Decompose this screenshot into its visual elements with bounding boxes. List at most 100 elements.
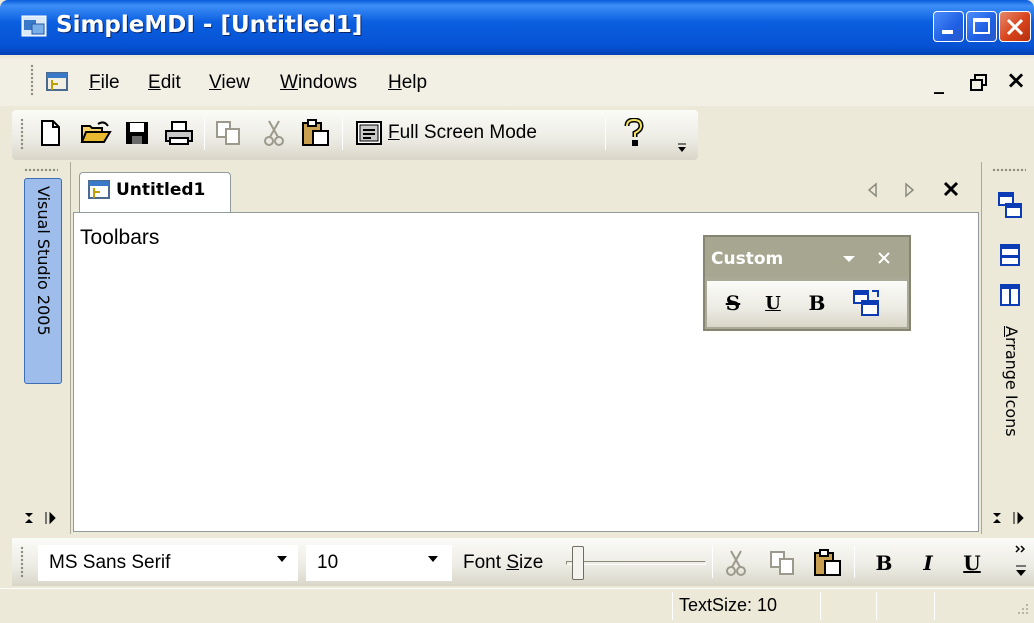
menu-help-label: elp [401,72,428,93]
mdi-child-icon[interactable] [46,72,70,94]
toolbar-separator [342,118,343,150]
minimize-button[interactable] [933,11,964,42]
arrange-icons-label: rrange Icons [1002,336,1021,437]
font-size-dropdown-icon[interactable] [428,556,438,562]
tile-vertical-icon [1000,284,1020,306]
font-name-dropdown-icon[interactable] [277,556,287,562]
status-separator [934,592,935,620]
font-size-label-pre: Font [463,552,507,573]
left-dock-grip[interactable] [24,168,58,172]
left-dock-scroll-arrows[interactable] [22,510,66,526]
minimize-icon [942,30,953,34]
chevron-down-icon[interactable] [842,254,856,264]
font-name-combo[interactable]: MS Sans Serif [38,545,298,581]
menu-edit[interactable]: Edit [148,72,181,94]
tab-scroll-right-icon[interactable] [904,182,916,198]
cascade-button[interactable] [994,188,1026,222]
strikethrough-button[interactable]: S [716,286,750,320]
close-icon [1006,18,1024,36]
new-icon [41,120,60,146]
menu-view[interactable]: View [209,72,250,94]
resize-grip-icon[interactable] [1014,602,1030,618]
menu-file-label: ile [100,72,120,93]
font-size-slider-thumb[interactable] [572,546,584,580]
copy-icon [216,121,240,145]
status-separator [876,592,877,620]
mdi-minimize-button[interactable]: _ [934,70,944,94]
font-size-label-post: ize [519,552,544,573]
tile-vertical-button[interactable] [994,278,1026,312]
menu-view-label: iew [221,72,250,93]
document-icon [88,180,110,199]
save-button[interactable] [121,116,153,150]
font-name-value: MS Sans Serif [49,552,171,573]
menu-view-mnemonic: V [209,72,222,93]
window-icon-button[interactable] [850,286,884,320]
right-dock-grip[interactable] [992,168,1026,172]
open-button[interactable] [80,116,112,150]
menu-windows[interactable]: Windows [280,72,357,94]
app-icon[interactable] [20,14,48,38]
format-toolbar-overflow-icon[interactable] [1014,544,1028,580]
copy-icon [770,551,794,575]
tab-close-icon[interactable] [942,180,960,198]
document-text: Toolbars [80,226,160,249]
toolbar-grip[interactable] [20,118,24,150]
cut-icon [726,550,746,576]
custom-toolbar-close-icon[interactable] [876,250,892,266]
full-screen-text: ull Screen Mode [399,122,537,143]
maximize-button[interactable] [966,11,997,42]
cut-button[interactable] [258,116,290,150]
tile-horizontal-button[interactable] [994,238,1026,272]
toolbar-separator [204,118,205,150]
menubar-grip[interactable] [30,64,34,96]
document-tab-label: Untitled1 [116,180,206,200]
help-button[interactable] [618,116,650,150]
copy-button[interactable] [212,116,244,150]
format-cut-button[interactable] [720,546,752,580]
status-separator [672,592,673,620]
format-italic-button[interactable]: I [912,546,944,580]
arrange-icons-button[interactable]: Arrange Icons [996,326,1026,476]
font-size-slider-track[interactable] [566,561,706,565]
toolbar-separator [712,546,713,578]
toolbar-separator [605,118,606,150]
font-size-value: 10 [317,552,339,573]
right-dock-scroll-arrows[interactable] [990,510,1032,526]
toolbar-overflow-icon[interactable] [677,140,687,154]
new-button[interactable] [34,116,66,150]
menu-help[interactable]: Help [388,72,427,94]
print-button[interactable] [163,116,195,150]
menu-help-mnemonic: H [388,72,402,93]
mdi-restore-icon[interactable] [970,74,988,92]
window-title: SimpleMDI - [Untitled1] [56,12,363,38]
underline-button[interactable]: U [756,286,790,320]
menu-edit-mnemonic: E [148,72,161,93]
bold-button[interactable]: B [800,286,834,320]
paste-button[interactable] [300,116,332,150]
status-text-size: TextSize: 10 [679,595,778,615]
tile-horizontal-icon [1000,244,1020,266]
font-size-label: Font Size [463,552,543,574]
paste-icon [302,119,329,146]
mdi-close-button[interactable]: × [1006,66,1026,94]
format-toolbar-grip[interactable] [20,546,24,578]
tab-scroll-left-icon[interactable] [866,182,878,198]
status-bar [0,588,1034,623]
print-icon [165,121,193,145]
format-copy-button[interactable] [766,546,798,580]
cut-icon [264,120,284,146]
open-icon [80,121,112,143]
format-underline-button[interactable]: U [956,546,988,580]
menu-windows-label: indows [297,72,358,93]
menu-file-mnemonic: F [89,72,101,93]
help-icon [624,118,644,146]
font-size-combo[interactable]: 10 [306,545,452,581]
format-paste-button[interactable] [812,546,844,580]
cascade-icon [998,192,1022,218]
menu-edit-label: dit [160,72,181,93]
toolbar-separator [854,546,855,578]
menu-file[interactable]: File [89,72,120,94]
format-bold-button[interactable]: B [868,546,900,580]
close-button[interactable] [999,11,1031,42]
